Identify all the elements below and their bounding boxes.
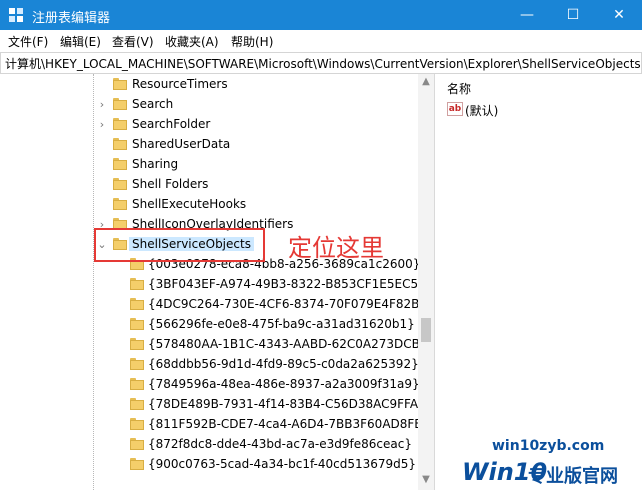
watermark-logo: Win10 专业版官网	[462, 458, 638, 488]
tree-item-label: SharedUserData	[132, 137, 231, 151]
expand-chevron-icon[interactable]	[110, 395, 122, 415]
folder-icon	[130, 438, 144, 450]
folder-icon	[130, 298, 144, 310]
watermark-url: win10zyb.com	[492, 438, 605, 454]
folder-icon	[130, 338, 144, 350]
tree-item[interactable]: SharedUserData	[0, 135, 418, 155]
highlight-box	[94, 228, 265, 262]
expand-chevron-icon[interactable]	[96, 155, 108, 175]
expand-chevron-icon[interactable]	[110, 315, 122, 335]
folder-icon	[130, 458, 144, 470]
expand-chevron-icon[interactable]	[110, 455, 122, 475]
tree-item[interactable]: › Search	[0, 95, 418, 115]
scroll-down-arrow-icon[interactable]: ▼	[418, 472, 434, 488]
tree-item-label: {900c0763-5cad-4a34-bc1f-40cd513679d5}	[148, 457, 417, 471]
folder-icon	[113, 138, 127, 150]
tree-scrollbar[interactable]: ▲ ▼	[418, 74, 434, 490]
tree-item-label: {7849596a-48ea-486e-8937-a2a3009f31a9}	[148, 377, 420, 391]
tree-item[interactable]: {3BF043EF-A974-49B3-8322-B853CF1E5EC5}	[0, 275, 426, 295]
watermark-suffix: 专业版官网	[528, 466, 618, 487]
minimize-button[interactable]: —	[504, 0, 550, 30]
tree-item[interactable]: Sharing	[0, 155, 418, 175]
tree-item-label: ResourceTimers	[132, 77, 228, 91]
expand-chevron-icon[interactable]	[110, 335, 122, 355]
expand-chevron-icon[interactable]	[110, 355, 122, 375]
tree-item-label: ShellExecuteHooks	[132, 197, 247, 211]
tree-item[interactable]: {872f8dc8-dde4-43bd-ac7a-e3d9fe86ceac}	[0, 435, 418, 455]
window-title: 注册表编辑器	[32, 11, 111, 26]
tree-item-label: Shell Folders	[132, 177, 209, 191]
folder-icon	[130, 358, 144, 370]
expand-chevron-icon[interactable]	[110, 415, 122, 435]
folder-icon	[113, 78, 127, 90]
expand-chevron-icon[interactable]	[110, 435, 122, 455]
expand-chevron-icon[interactable]: ›	[96, 95, 108, 115]
string-value-icon: ab	[447, 102, 463, 116]
menu-bar: 文件(F) 编辑(E) 查看(V) 收藏夹(A) 帮助(H)	[0, 30, 642, 52]
tree-item-label: {578480AA-1B1C-4343-AABD-62C0A273DCB5}	[148, 337, 435, 351]
tree-item[interactable]: {811F592B-CDE7-4ca4-A6D4-7BB3F60AD8FB}	[0, 415, 430, 435]
tree-pane[interactable]: ResourceTimers › Search › SearchFolder Shared…	[0, 74, 435, 490]
expand-chevron-icon[interactable]	[110, 375, 122, 395]
tree-item[interactable]: {900c0763-5cad-4a34-bc1f-40cd513679d5}	[0, 455, 418, 475]
menu-favorites[interactable]: 收藏夹(A)	[165, 33, 219, 50]
folder-icon	[113, 178, 127, 190]
regedit-app-icon	[9, 8, 23, 22]
menu-help[interactable]: 帮助(H)	[231, 33, 273, 50]
tree-item-label: {4DC9C264-730E-4CF6-8374-70F079E4F82B}	[148, 297, 428, 311]
maximize-button[interactable]: ☐	[550, 0, 596, 30]
close-button[interactable]: ✕	[596, 0, 642, 30]
folder-icon	[130, 378, 144, 390]
expand-chevron-icon[interactable]	[96, 195, 108, 215]
tree-item[interactable]: {68ddbb56-9d1d-4fd9-89c5-c0da2a625392}	[0, 355, 419, 375]
tree-item[interactable]: › SearchFolder	[0, 115, 418, 135]
folder-icon	[130, 278, 144, 290]
folder-icon	[130, 398, 144, 410]
folder-icon	[113, 198, 127, 210]
tree-item-label: {3BF043EF-A974-49B3-8322-B853CF1E5EC5}	[148, 277, 426, 291]
tree-item-label: SearchFolder	[132, 117, 211, 131]
tree-item[interactable]: {7849596a-48ea-486e-8937-a2a3009f31a9}	[0, 375, 420, 395]
column-header-name[interactable]: 名称	[447, 80, 471, 97]
expand-chevron-icon[interactable]: ›	[96, 115, 108, 135]
value-name: (默认)	[465, 104, 499, 118]
expand-chevron-icon[interactable]	[96, 135, 108, 155]
tree-item-label: {811F592B-CDE7-4ca4-A6D4-7BB3F60AD8FB}	[148, 417, 431, 431]
folder-icon	[113, 158, 127, 170]
tree-item[interactable]: ShellExecuteHooks	[0, 195, 418, 215]
folder-icon	[130, 418, 144, 430]
tree-item[interactable]: {4DC9C264-730E-4CF6-8374-70F079E4F82B}	[0, 295, 427, 315]
annotation-text: 定位这里	[288, 234, 384, 262]
folder-icon	[113, 118, 127, 130]
menu-view[interactable]: 查看(V)	[112, 33, 154, 50]
scroll-up-arrow-icon[interactable]: ▲	[418, 74, 434, 90]
tree-item[interactable]: {78DE489B-7931-4f14-83B4-C56D38AC9FFA}	[0, 395, 426, 415]
title-bar[interactable]: 注册表编辑器 — ☐ ✕	[0, 0, 642, 30]
menu-file[interactable]: 文件(F)	[8, 33, 48, 50]
address-bar[interactable]: 计算机\HKEY_LOCAL_MACHINE\SOFTWARE\Microsof…	[0, 52, 642, 74]
tree-item[interactable]: {566296fe-e0e8-475f-ba9c-a31ad31620b1}	[0, 315, 418, 335]
tree-item[interactable]: Shell Folders	[0, 175, 418, 195]
value-row-default[interactable]: ab (默认)	[447, 101, 627, 119]
tree-item-label: {566296fe-e0e8-475f-ba9c-a31ad31620b1}	[148, 317, 415, 331]
expand-chevron-icon[interactable]	[96, 175, 108, 195]
tree-item-label: {872f8dc8-dde4-43bd-ac7a-e3d9fe86ceac}	[148, 437, 412, 451]
value-pane[interactable]: 名称 ab (默认)	[435, 74, 642, 490]
tree-item-label: {78DE489B-7931-4f14-83B4-C56D38AC9FFA}	[148, 397, 426, 411]
folder-icon	[130, 318, 144, 330]
address-path[interactable]: 计算机\HKEY_LOCAL_MACHINE\SOFTWARE\Microsof…	[5, 55, 641, 72]
tree-item[interactable]: ResourceTimers	[0, 75, 418, 95]
tree-item-label: Sharing	[132, 157, 179, 171]
folder-icon	[113, 98, 127, 110]
tree-item-label: {68ddbb56-9d1d-4fd9-89c5-c0da2a625392}	[148, 357, 419, 371]
expand-chevron-icon[interactable]	[110, 275, 122, 295]
scroll-thumb[interactable]	[421, 318, 431, 342]
menu-edit[interactable]: 编辑(E)	[60, 33, 101, 50]
tree-item-label: Search	[132, 97, 174, 111]
expand-chevron-icon[interactable]	[96, 75, 108, 95]
tree-item[interactable]: {578480AA-1B1C-4343-AABD-62C0A273DCB5}	[0, 335, 434, 355]
expand-chevron-icon[interactable]	[110, 295, 122, 315]
